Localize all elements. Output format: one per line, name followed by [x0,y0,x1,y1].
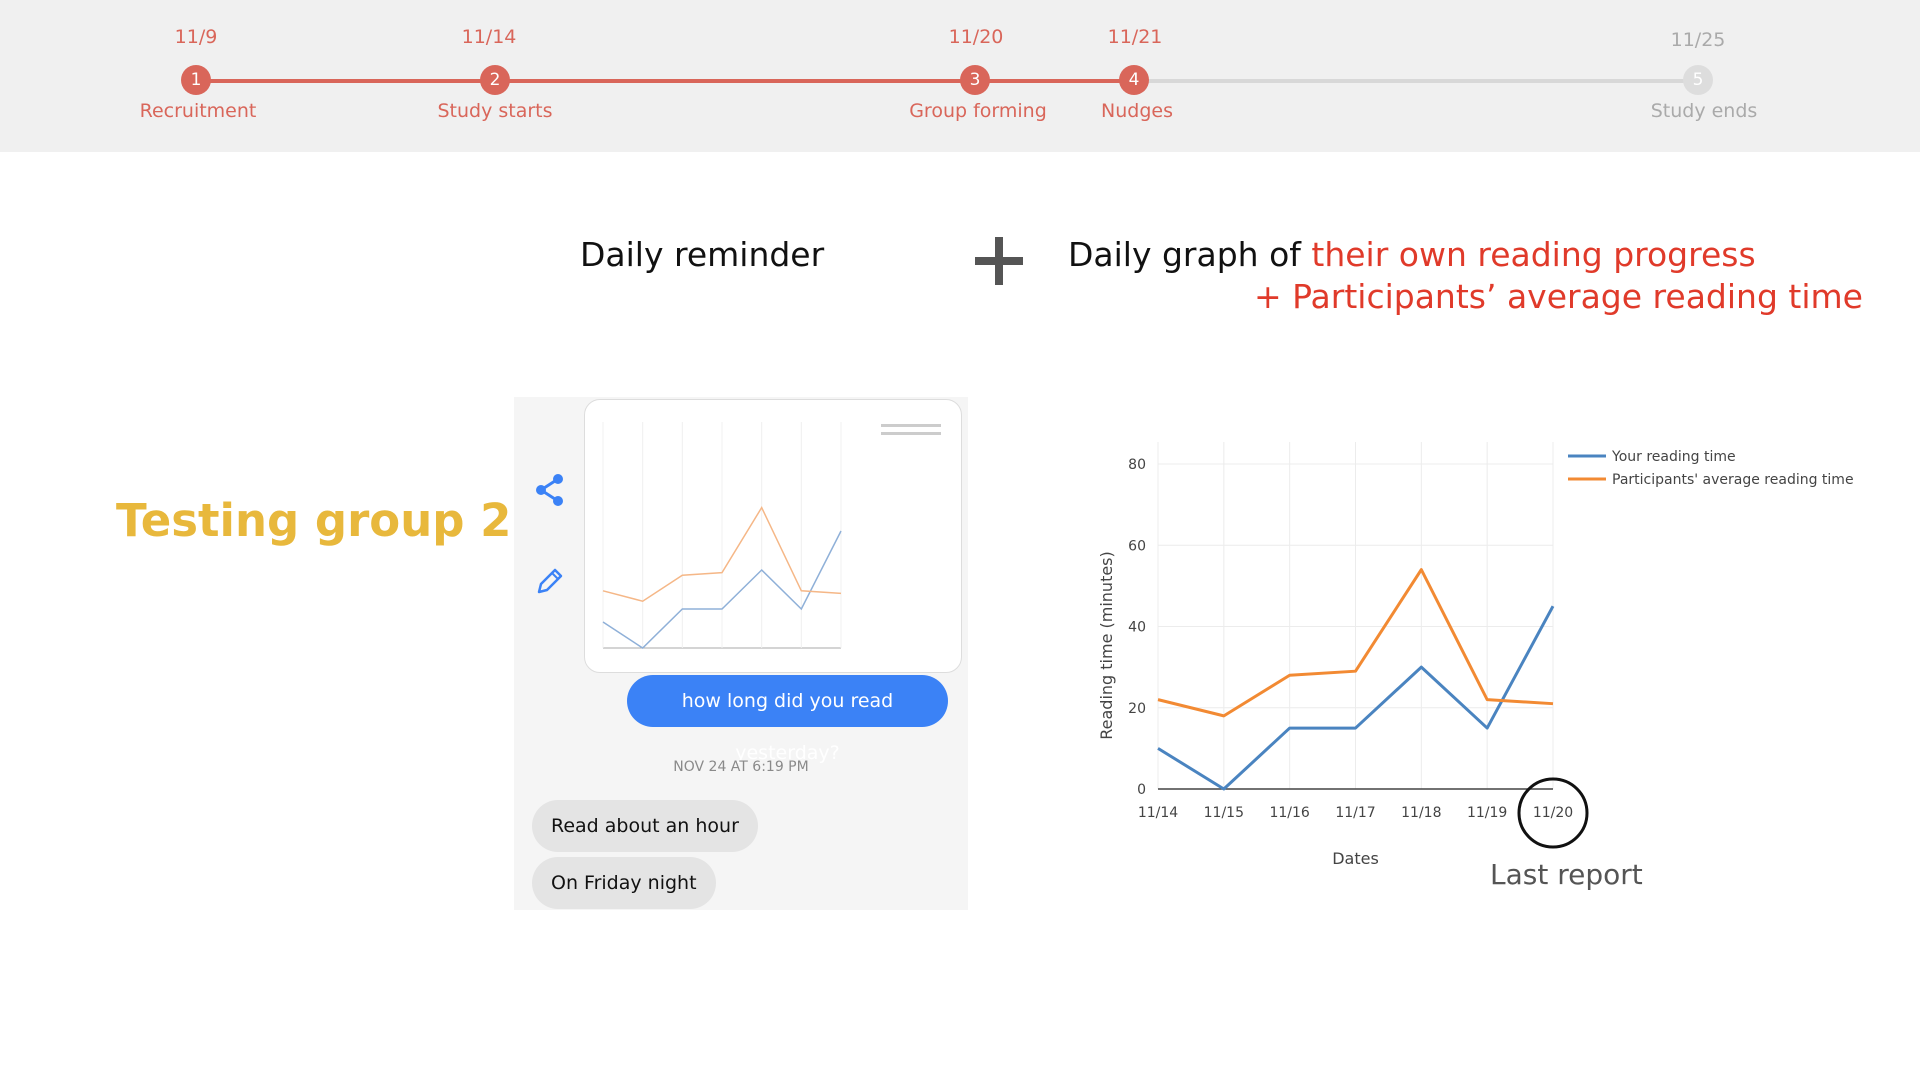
chart-thumbnail[interactable] [584,399,962,673]
timeline-band: 11/9 11/14 11/20 11/21 11/25 1 2 3 4 5 R… [0,0,1920,152]
chart-thumbnail-plot [602,422,941,649]
message-timestamp: NOV 24 AT 6:19 PM [673,759,809,775]
share-icon[interactable] [534,473,566,507]
plus-icon [975,237,1023,285]
y-tick-label: 20 [1128,701,1146,717]
timeline-date: 11/9 [174,26,218,48]
legend-label: Participants' average reading time [1612,472,1854,488]
timeline-node: 2 [480,65,510,95]
timeline-date: 11/25 [1670,29,1726,51]
y-tick-label: 40 [1128,620,1146,636]
timeline-node: 3 [960,65,990,95]
reading-time-chart: 0 20 40 60 80 11/14 11/15 11/16 11/17 11/18 11/19 1… [1097,442,1854,868]
timeline-label: Nudges [1101,100,1173,122]
y-tick-label: 0 [1137,782,1146,798]
legend-label: Your reading time [1611,449,1736,465]
testing-group-title: Testing group 2 [116,494,512,547]
timeline-label: Study starts [437,100,553,122]
timeline-progress-line [196,79,1134,83]
timeline-node: 1 [181,65,211,95]
timeline-date: 11/21 [1107,26,1163,48]
y-tick-label: 80 [1128,457,1146,473]
timeline-label: Recruitment [139,100,257,122]
x-tick-label: 11/16 [1269,805,1309,821]
x-axis-label: Dates [1332,849,1379,868]
timeline-label: Study ends [1650,100,1758,122]
pencil-icon[interactable] [535,566,565,596]
y-tick-label: 60 [1128,538,1146,554]
x-tick-label: 11/19 [1467,805,1507,821]
chat-screenshot: how long did you read yesterday? NOV 24 … [514,397,968,910]
headline-daily-graph: Daily graph of their own reading progres… [1068,235,1756,274]
headline-participants-average: + Participants’ average reading time [1254,277,1863,316]
x-tick-label: 11/20 [1533,805,1573,821]
headline-graph-prefix: Daily graph of [1068,235,1301,274]
timeline-node: 5 [1683,65,1713,95]
x-tick-label: 11/17 [1335,805,1375,821]
x-tick-label: 11/15 [1204,805,1244,821]
timeline-remaining-line [1134,79,1698,83]
timeline-date: 11/20 [948,26,1004,48]
timeline-date: 11/14 [461,26,517,48]
x-tick-label: 11/18 [1401,805,1441,821]
y-axis-label: Reading time (minutes) [1097,551,1116,740]
last-report-annotation: Last report [1490,858,1643,891]
headline-daily-reminder: Daily reminder [580,235,825,274]
incoming-message[interactable]: On Friday night [532,857,716,909]
outgoing-message[interactable]: how long did you read yesterday? [627,675,948,764]
headline-graph-highlight: their own reading progress [1311,235,1756,274]
timeline-node: 4 [1119,65,1149,95]
incoming-message[interactable]: Read about an hour [532,800,758,852]
x-tick-label: 11/14 [1138,805,1178,821]
